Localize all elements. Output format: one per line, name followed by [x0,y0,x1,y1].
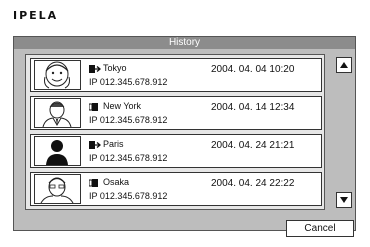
man-in-suit-thumbnail [34,98,81,128]
history-entry[interactable]: Paris IP 012.345.678.912 2004. 04. 24 21… [30,134,322,168]
ipela-logo: IPELA [13,9,59,22]
history-entry[interactable]: New York IP 012.345.678.912 2004. 04. 14… [30,96,322,130]
call-datetime: 2004. 04. 04 10:20 [211,64,295,75]
place-name: Osaka [103,177,130,187]
scroll-down-button[interactable] [336,192,352,208]
triangle-up-icon [340,62,348,68]
silhouette-thumbnail [34,136,81,166]
place-name: New York [103,101,142,111]
outgoing-call-icon [89,65,101,73]
history-entry[interactable]: Tokyo IP 012.345.678.912 2004. 04. 04 10… [30,58,322,92]
history-list: Tokyo IP 012.345.678.912 2004. 04. 04 10… [25,54,325,210]
ip-address: IP 012.345.678.912 [89,191,168,201]
place-name: Paris [103,139,124,149]
incoming-call-icon [89,103,101,111]
ip-address: IP 012.345.678.912 [89,77,168,87]
ip-address: IP 012.345.678.912 [89,115,168,125]
ip-address: IP 012.345.678.912 [89,153,168,163]
man-with-glasses-thumbnail [34,174,81,204]
scroll-up-button[interactable] [336,57,352,73]
dialog-title: History [14,37,355,49]
call-datetime: 2004. 04. 14 12:34 [211,102,295,113]
place-name: Tokyo [103,63,127,73]
history-dialog: History Tokyo IP 012.345.678.912 2004. 0… [13,36,356,237]
triangle-down-icon [340,197,348,203]
history-entry[interactable]: Osaka IP 012.345.678.912 2004. 04. 24 22… [30,172,322,206]
call-datetime: 2004. 04. 24 22:22 [211,178,295,189]
outgoing-call-icon [89,141,101,149]
incoming-call-icon [89,179,101,187]
smiling-person-thumbnail [34,60,81,90]
cancel-button[interactable]: Cancel [286,220,354,237]
call-datetime: 2004. 04. 24 21:21 [211,140,295,151]
